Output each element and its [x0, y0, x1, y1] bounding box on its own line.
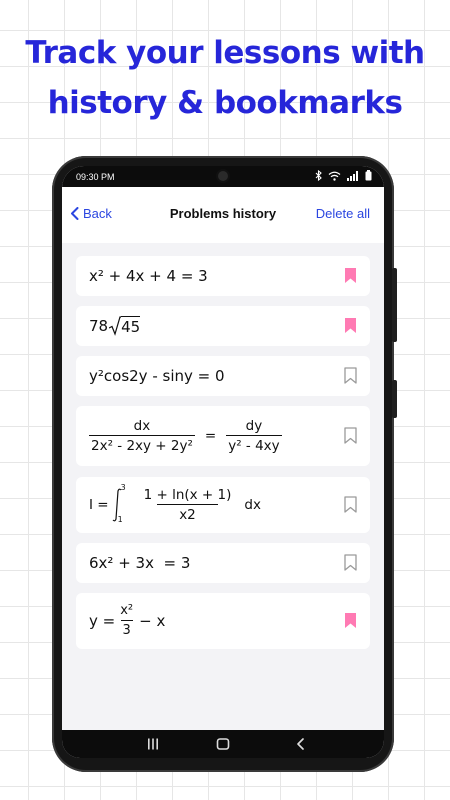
- problem-card[interactable]: dx 2x² - 2xy + 2y² = dy y² - 4xy: [76, 406, 370, 466]
- home-icon[interactable]: [216, 737, 230, 751]
- expression-prefix: I =: [89, 497, 109, 513]
- phone-power-button: [392, 380, 397, 418]
- fraction-numerator: dy: [245, 418, 263, 434]
- fraction-numerator: dx: [133, 418, 151, 434]
- expression-text: x² + 4x + 4 = 3: [89, 267, 208, 285]
- fraction: dx 2x² - 2xy + 2y²: [89, 417, 195, 455]
- bluetooth-icon: [315, 170, 322, 181]
- fraction-numerator: 1 + ln(x + 1): [143, 487, 232, 503]
- equals-sign: =: [204, 428, 217, 444]
- problem-card[interactable]: 6x² + 3x = 3: [76, 543, 370, 583]
- phone-volume-button: [392, 268, 397, 342]
- expression-suffix: − x: [139, 612, 166, 630]
- expression-text: 6x² + 3x = 3: [89, 554, 191, 572]
- expression-prefix: y =: [89, 612, 116, 630]
- integral-upper-limit: 3: [120, 483, 126, 492]
- fraction-denominator: x2: [157, 504, 218, 524]
- delete-all-button[interactable]: Delete all: [316, 206, 370, 221]
- problem-expression: x² + 4x + 4 = 3: [89, 256, 208, 296]
- problem-card[interactable]: y = x² 3 − x: [76, 593, 370, 649]
- fraction-denominator: 2x² - 2xy + 2y²: [89, 435, 195, 455]
- radicand-text: 45: [121, 315, 141, 336]
- bookmark-icon[interactable]: [344, 427, 357, 444]
- back-nav-icon[interactable]: [294, 737, 308, 751]
- bookmark-icon[interactable]: [344, 554, 357, 571]
- fraction: 1 + ln(x + 1) x2: [134, 486, 242, 524]
- bookmark-icon[interactable]: [344, 267, 357, 284]
- integral-lower-limit: 1: [117, 515, 123, 524]
- bookmark-icon[interactable]: [344, 317, 357, 334]
- app-bar: Back Problems history Delete all: [62, 187, 384, 243]
- phone-screen: 09:30 PM Back Problems history Delete al…: [62, 166, 384, 758]
- status-time: 09:30 PM: [76, 172, 115, 182]
- bookmark-icon[interactable]: [344, 496, 357, 513]
- bookmark-icon[interactable]: [344, 367, 357, 384]
- battery-icon: [365, 170, 372, 181]
- square-root-sign: [109, 316, 122, 336]
- headline: Track your lessons with history & bookma…: [0, 28, 450, 128]
- problem-expression: y = x² 3 − x: [89, 593, 165, 649]
- wifi-icon: [328, 171, 341, 181]
- problem-card[interactable]: x² + 4x + 4 = 3: [76, 256, 370, 296]
- recents-icon[interactable]: [146, 737, 160, 751]
- status-bar: 09:30 PM: [62, 166, 384, 187]
- fraction-denominator: y² - 4xy: [226, 435, 282, 455]
- fraction-denominator: 3: [120, 620, 133, 640]
- signal-icon: [347, 170, 358, 181]
- expression-text: y²cos2y - siny = 0: [89, 367, 225, 385]
- integral: 3 1: [112, 483, 134, 525]
- problem-expression: dx 2x² - 2xy + 2y² = dy y² - 4xy: [89, 406, 282, 466]
- status-icons: [315, 170, 372, 181]
- navigation-bar: [62, 730, 384, 758]
- problem-expression: 6x² + 3x = 3: [89, 543, 190, 583]
- problem-card[interactable]: y²cos2y - siny = 0: [76, 356, 370, 396]
- fraction: x² 3: [118, 602, 135, 640]
- problem-expression: y²cos2y - siny = 0: [89, 356, 225, 396]
- fraction: dy y² - 4xy: [226, 417, 282, 455]
- problem-card[interactable]: 78 45: [76, 306, 370, 346]
- problem-card[interactable]: I = 3 1 1 + ln(x + 1) x2 dx: [76, 477, 370, 533]
- problem-expression: I = 3 1 1 + ln(x + 1) x2 dx: [89, 477, 261, 533]
- expression-text: 78: [89, 317, 109, 335]
- headline-line-1: Track your lessons with: [25, 35, 425, 71]
- front-camera: [218, 171, 228, 181]
- fraction-numerator: x²: [120, 603, 134, 618]
- expression-suffix: dx: [244, 497, 261, 513]
- bookmark-icon[interactable]: [344, 612, 357, 629]
- headline-line-2: history & bookmarks: [47, 85, 403, 121]
- problem-expression: 78 45: [89, 306, 141, 346]
